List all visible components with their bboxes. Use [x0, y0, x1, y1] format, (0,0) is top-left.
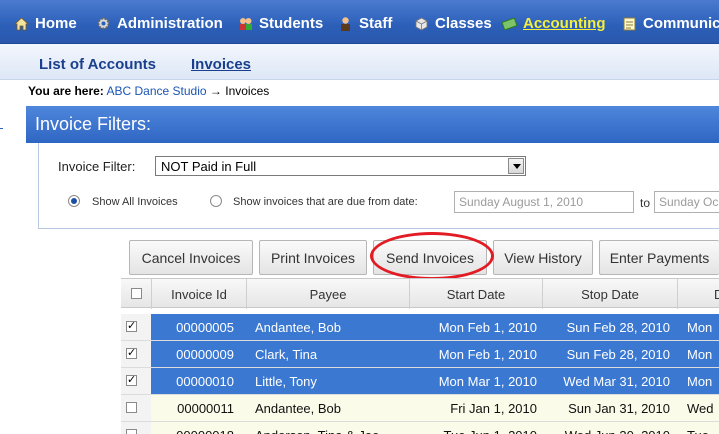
cell-due-date: Tue: [687, 422, 719, 434]
nav-staff-label: Staff: [359, 14, 393, 32]
invoice-filter-select[interactable]: NOT Paid in Full: [155, 156, 526, 176]
cell-stop-date: Sun Jan 31, 2010: [568, 401, 670, 416]
cell-payee: Little, Tony: [255, 374, 317, 389]
invoice-filter-value: NOT Paid in Full: [161, 159, 257, 174]
breadcrumb-link[interactable]: ABC Dance Studio: [106, 84, 206, 98]
cell-payee: Andersen, Tina & Joe: [255, 422, 409, 434]
subnav-list-of-accounts[interactable]: List of Accounts: [39, 56, 156, 73]
cell-stop-date: Wed Mar 31, 2010: [563, 374, 670, 389]
gear-icon: [96, 16, 111, 31]
top-nav: Home Administration Students Staff Class…: [0, 0, 719, 44]
col-due-date[interactable]: D: [677, 279, 719, 309]
select-all-checkbox[interactable]: [131, 288, 142, 299]
cell-start-date: Mon Mar 1, 2010: [438, 374, 537, 389]
enter-payments-button[interactable]: Enter Payments: [599, 240, 719, 275]
nav-staff[interactable]: Staff: [338, 12, 392, 34]
students-icon: [238, 16, 253, 31]
row-checkbox[interactable]: [126, 346, 137, 359]
breadcrumb: You are here: ABC Dance Studio → Invoice…: [28, 84, 269, 98]
cell-invoice-id: 00000010: [176, 374, 234, 389]
to-label: to: [640, 196, 651, 210]
cell-start-date: Fri Jan 1, 2010: [450, 401, 537, 416]
table-row[interactable]: 00000005 Andantee, Bob Mon Feb 1, 2010 Sun …: [121, 314, 719, 340]
cell-start-date: Tue Jun 1, 2010: [409, 422, 537, 434]
print-invoices-button[interactable]: Print Invoices: [259, 240, 367, 275]
nav-home-label: Home: [35, 14, 77, 32]
nav-administration-label: Administration: [117, 14, 223, 32]
money-icon: [501, 16, 518, 31]
nav-home[interactable]: Home: [13, 12, 77, 34]
cell-invoice-id: 00000005: [176, 320, 234, 335]
col-stop-date[interactable]: Stop Date: [542, 279, 677, 309]
filter-panel-title: Invoice Filters:: [26, 106, 719, 143]
breadcrumb-arrow: →: [209, 84, 222, 98]
cell-invoice-id: 00000018: [151, 422, 246, 434]
breadcrumb-prefix: You are here:: [28, 84, 104, 98]
cancel-invoices-button[interactable]: Cancel Invoices: [129, 240, 253, 275]
col-start-date[interactable]: Start Date: [409, 279, 542, 309]
nav-classes-label: Classes: [435, 14, 492, 32]
nav-students-label: Students: [259, 14, 324, 32]
nav-accounting-label: Accounting: [523, 14, 606, 32]
table-row[interactable]: 00000010 Little, Tony Mon Mar 1, 2010 Wed M…: [121, 368, 719, 394]
row-checkbox[interactable]: [126, 429, 137, 434]
show-all-label: Show All Invoices: [92, 196, 178, 208]
nav-communication[interactable]: Communica: [622, 12, 719, 34]
breadcrumb-current: Invoices: [225, 84, 270, 98]
cell-stop-date: Sun Feb 28, 2010: [566, 320, 670, 335]
subnav-invoices[interactable]: Invoices: [191, 56, 251, 73]
table-row[interactable]: 00000011 Andantee, Bob Fri Jan 1, 2010 Sun …: [121, 395, 719, 421]
show-all-radio[interactable]: [68, 195, 80, 207]
nav-students[interactable]: Students: [238, 12, 323, 34]
staff-icon: [338, 16, 353, 31]
row-select-cell: [121, 368, 151, 394]
classes-icon: [414, 16, 429, 31]
row-select-cell: [121, 422, 151, 434]
cell-start-date: Mon Feb 1, 2010: [438, 320, 537, 335]
select-all-cell: [121, 279, 151, 309]
show-due-radio[interactable]: [210, 195, 222, 207]
cell-due-date: Mon: [687, 374, 713, 389]
invoice-filter-label: Invoice Filter:: [58, 159, 136, 174]
col-invoice-id[interactable]: Invoice Id: [151, 279, 246, 309]
divider: [0, 128, 3, 129]
cell-payee: Andantee, Bob: [255, 401, 342, 416]
cell-invoice-id: 00000011: [177, 401, 234, 416]
cell-stop-date: Sun Feb 28, 2010: [566, 347, 670, 362]
row-select-cell: [121, 395, 151, 421]
notepad-icon: [622, 16, 637, 31]
cell-start-date: Mon Feb 1, 2010: [438, 347, 537, 362]
cell-stop-date: Wed Jun 30, 2010: [542, 422, 670, 434]
row-select-cell: [121, 314, 151, 340]
row-select-cell: [121, 341, 151, 367]
cell-due-date: Mon: [687, 347, 713, 362]
col-payee[interactable]: Payee: [246, 279, 409, 309]
nav-communication-label: Communica: [643, 14, 719, 32]
row-checkbox[interactable]: [126, 319, 137, 332]
table-header: Invoice Id Payee Start Date Stop Date D: [121, 278, 719, 309]
table-row[interactable]: 00000009 Clark, Tina Mon Feb 1, 2010 Sun Fe…: [121, 341, 719, 367]
nav-administration[interactable]: Administration: [96, 12, 223, 34]
cell-payee: Clark, Tina: [255, 347, 318, 362]
nav-accounting[interactable]: Accounting: [501, 12, 606, 34]
to-date-input[interactable]: Sunday Oc: [654, 191, 719, 213]
cell-invoice-id: 00000009: [176, 347, 234, 362]
show-due-label: Show invoices that are due from date:: [233, 196, 418, 208]
chevron-down-icon[interactable]: [508, 158, 524, 174]
row-checkbox[interactable]: [126, 373, 137, 386]
cell-due-date: Wed: [687, 401, 714, 416]
row-checkbox[interactable]: [126, 402, 137, 413]
table-row[interactable]: 00000018 Andersen, Tina & JoeTue Jun 1, 2…: [121, 422, 719, 434]
from-date-input[interactable]: Sunday August 1, 2010: [454, 191, 634, 213]
cell-due-date: Mon: [687, 320, 713, 335]
nav-classes[interactable]: Classes: [414, 12, 492, 34]
home-icon: [13, 16, 30, 31]
sub-nav: List of Accounts Invoices: [0, 44, 719, 80]
view-history-button[interactable]: View History: [493, 240, 593, 275]
cell-payee: Andantee, Bob: [255, 320, 342, 335]
highlight-circle: [370, 232, 494, 280]
